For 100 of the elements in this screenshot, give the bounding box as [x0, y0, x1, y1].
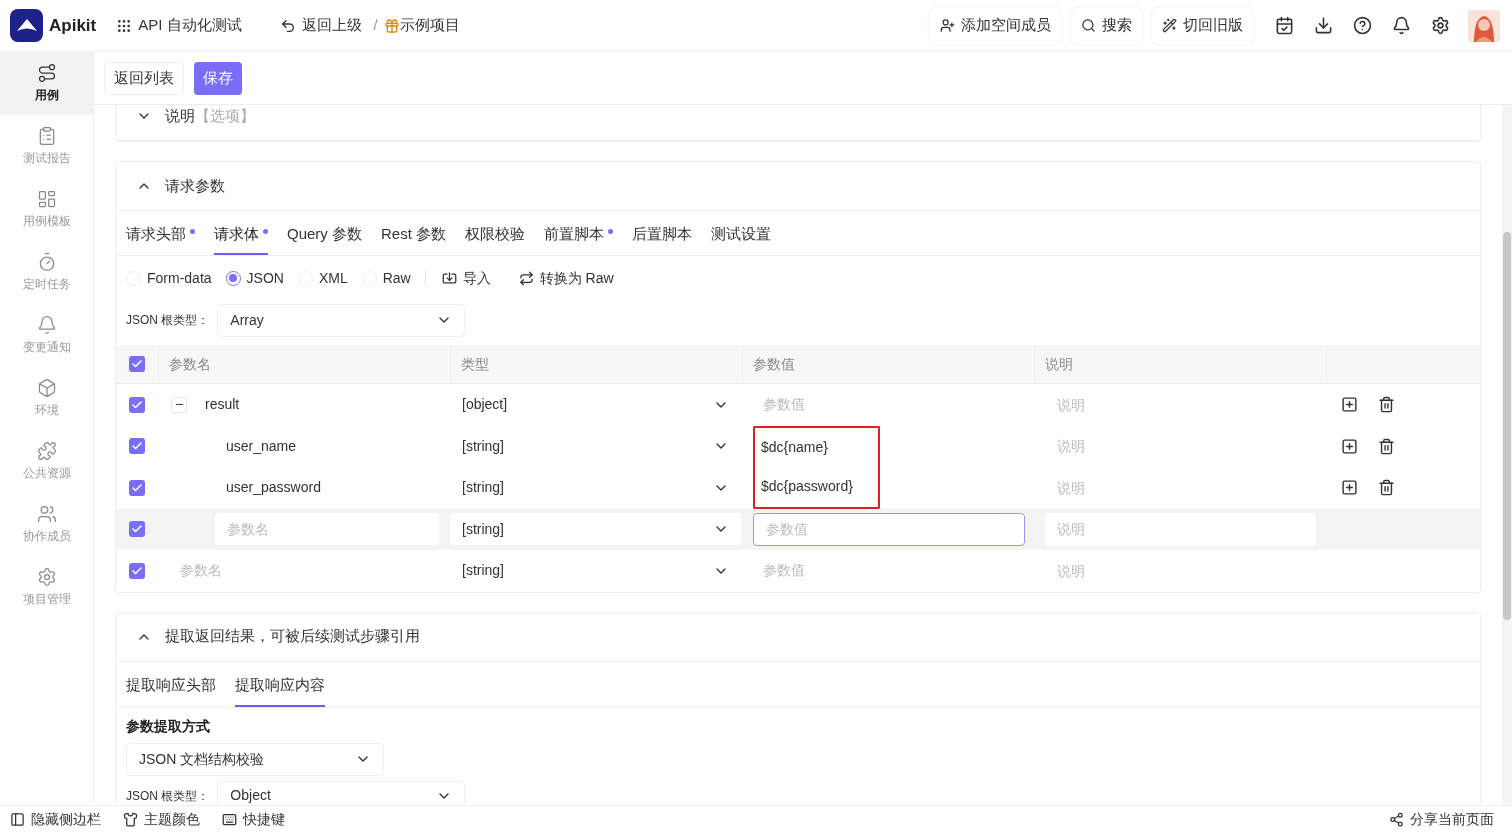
action-link[interactable]: 转换为 Raw	[518, 267, 614, 289]
collapse-toggle[interactable]	[171, 396, 187, 413]
field-label: 参数提取方式	[126, 717, 210, 734]
logo-icon[interactable]	[10, 9, 43, 42]
bell-icon	[36, 315, 57, 335]
shirt-icon	[123, 811, 138, 827]
back-link[interactable]: 返回上级	[279, 14, 362, 37]
column-header: 类型	[461, 354, 489, 374]
radio-option[interactable]: JSON	[225, 267, 284, 289]
delete-icon[interactable]	[1378, 479, 1395, 497]
check-icon	[131, 481, 143, 494]
tab[interactable]: Rest 参数	[381, 215, 447, 255]
checkbox[interactable]	[129, 479, 145, 496]
note-field[interactable]: 说明	[1045, 512, 1316, 546]
field-label: JSON 根类型：	[126, 787, 210, 805]
tab[interactable]: 请求体	[214, 215, 268, 255]
column-header: 参数值	[753, 354, 795, 374]
users-icon	[36, 504, 57, 524]
tab[interactable]: 权限校验	[465, 215, 526, 255]
delete-icon[interactable]	[1378, 437, 1395, 455]
tab[interactable]: 前置脚本	[544, 215, 614, 255]
method-select[interactable]: JSON 文档结构校验	[126, 742, 384, 776]
column-header: 说明	[1045, 354, 1073, 374]
type-select[interactable]: [string]	[462, 560, 504, 582]
delete-icon[interactable]	[1378, 396, 1395, 414]
check-icon	[131, 564, 143, 577]
convert-icon	[518, 270, 534, 286]
app-menu[interactable]: API 自动化测试	[116, 14, 242, 37]
user-plus-icon	[940, 18, 955, 33]
settings-icon[interactable]	[1431, 16, 1450, 35]
footer-button[interactable]: 隐藏侧边栏	[10, 808, 101, 830]
checkbox[interactable]	[129, 562, 145, 579]
checkbox[interactable]	[129, 356, 145, 372]
cube-icon	[36, 378, 57, 398]
layout-icon	[36, 189, 57, 209]
type-select[interactable]: [string]	[462, 477, 504, 499]
radio-option[interactable]: Raw	[361, 267, 411, 289]
route-icon	[36, 63, 57, 83]
add-icon[interactable]	[1341, 479, 1358, 497]
bell-icon[interactable]	[1392, 16, 1411, 35]
field-label: JSON 根类型：	[126, 312, 210, 329]
avatar[interactable]	[1468, 9, 1500, 42]
search-icon	[1081, 18, 1096, 33]
column-header: 参数名	[169, 354, 211, 374]
header-button[interactable]: 添加空间成员	[930, 7, 1061, 44]
help-icon[interactable]	[1353, 16, 1372, 35]
tab[interactable]: 请求头部	[126, 215, 195, 255]
type-select[interactable]: [object]	[462, 394, 508, 416]
section-title: 说明【选项】	[165, 105, 255, 126]
scrollbar-thumb[interactable]	[1503, 232, 1511, 620]
tab[interactable]: 测试设置	[711, 215, 772, 255]
action-link[interactable]: 导入	[441, 267, 491, 289]
sidebar-item[interactable]: 用例	[0, 52, 93, 115]
add-icon[interactable]	[1341, 396, 1358, 414]
footer-button[interactable]: 主题颜色	[123, 808, 200, 830]
sidebar-toggle-icon	[10, 811, 25, 827]
puzzle-icon	[36, 441, 57, 461]
checkbox[interactable]	[129, 521, 145, 538]
add-icon[interactable]	[1341, 437, 1358, 455]
header-button[interactable]: 搜索	[1071, 7, 1142, 44]
check-icon	[131, 358, 143, 370]
keyboard-icon	[222, 811, 237, 827]
param-value[interactable]: $dc{name}	[761, 436, 828, 458]
magic-wand-icon	[1162, 18, 1177, 33]
save-button[interactable]: 保存	[194, 61, 242, 95]
section-title: 提取返回结果，可被后续测试步骤引用	[165, 626, 420, 647]
calendar-icon[interactable]	[1275, 16, 1294, 35]
checkbox[interactable]	[129, 438, 145, 455]
import-icon	[441, 270, 457, 286]
type-select[interactable]: [string]	[462, 435, 504, 457]
type-select[interactable]: [string]	[462, 518, 504, 540]
share-icon	[1389, 811, 1404, 827]
download-icon[interactable]	[1314, 16, 1333, 35]
footer-button[interactable]: 快捷键	[222, 808, 285, 830]
param-name: user_password	[226, 478, 321, 498]
checkbox[interactable]	[129, 396, 145, 413]
radio-option[interactable]: XML	[297, 267, 348, 289]
tab[interactable]: 后置脚本	[632, 215, 693, 255]
tab[interactable]: 提取响应头部	[126, 666, 216, 707]
param-name: result	[205, 395, 240, 415]
undo-icon	[279, 17, 296, 34]
root-type-select[interactable]: Array	[217, 303, 466, 337]
param-value[interactable]: $dc{password}	[761, 476, 853, 498]
radio-option[interactable]: Form-data	[126, 267, 212, 289]
header-button[interactable]: 切回旧版	[1152, 7, 1253, 44]
check-icon	[131, 398, 143, 411]
section-title: 请求参数	[165, 175, 225, 196]
grid-icon	[116, 17, 133, 34]
value-field[interactable]: 参数值	[753, 512, 1025, 546]
project-link[interactable]: 示例项目	[383, 14, 460, 37]
gift-icon	[383, 17, 400, 34]
logo-text[interactable]: Apikit	[49, 12, 97, 39]
tab[interactable]: Query 参数	[287, 215, 362, 255]
breadcrumb-separator: /	[373, 15, 378, 36]
param-name: user_name	[226, 436, 297, 456]
name-field[interactable]: 参数名	[215, 513, 439, 546]
settings-icon	[36, 567, 57, 587]
tab[interactable]: 提取响应内容	[235, 666, 325, 707]
back-button[interactable]: 返回列表	[104, 61, 184, 95]
share-button[interactable]: 分享当前页面	[1389, 808, 1494, 830]
